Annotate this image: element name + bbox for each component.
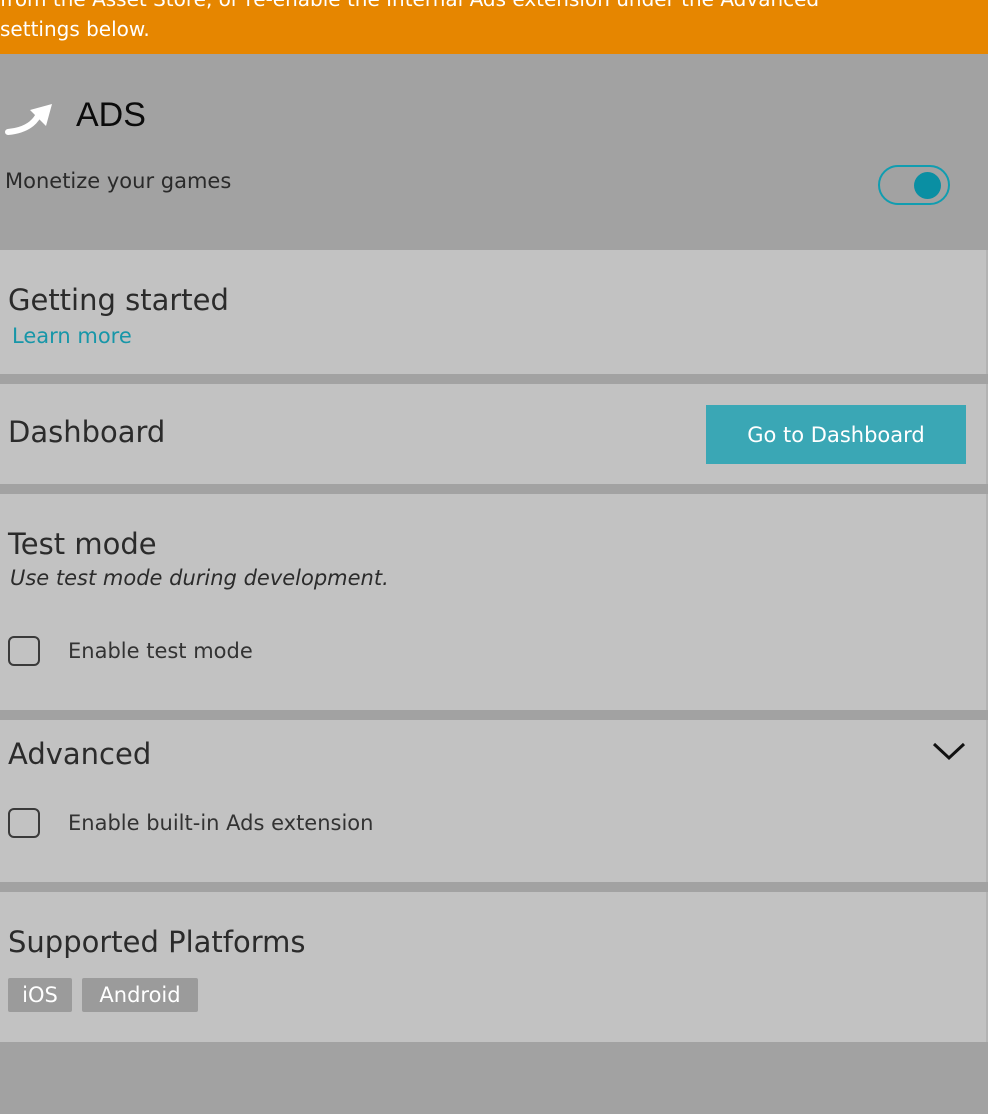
section-title-dashboard: Dashboard xyxy=(8,415,166,449)
banner-text-line-2: settings below. xyxy=(0,17,150,41)
page-title: ADS xyxy=(76,96,146,134)
getting-started-section: Getting started Learn more xyxy=(0,250,988,374)
advanced-section: Advanced Enable built-in Ads extension xyxy=(0,720,988,882)
go-to-dashboard-button[interactable]: Go to Dashboard xyxy=(706,405,966,464)
enable-test-mode-checkbox[interactable] xyxy=(8,636,40,666)
test-mode-section: Test mode Use test mode during developme… xyxy=(0,494,988,710)
section-title-supported-platforms: Supported Platforms xyxy=(8,925,306,959)
enable-builtin-ads-label[interactable]: Enable built-in Ads extension xyxy=(68,809,373,837)
page-subtitle: Monetize your games xyxy=(5,169,232,193)
chevron-down-icon[interactable] xyxy=(932,740,966,762)
ads-header: ADS Monetize your games xyxy=(0,54,988,249)
section-title-advanced: Advanced xyxy=(8,737,152,771)
section-title-test-mode: Test mode xyxy=(8,527,157,561)
ads-arrow-icon xyxy=(5,104,52,135)
banner-text-line-1: from the Asset Store, or re-enable the I… xyxy=(0,0,819,14)
dashboard-section: Dashboard Go to Dashboard xyxy=(0,384,988,484)
enable-builtin-ads-checkbox[interactable] xyxy=(8,808,40,838)
warning-banner: from the Asset Store, or re-enable the I… xyxy=(0,0,988,54)
learn-more-link[interactable]: Learn more xyxy=(12,322,132,350)
enable-test-mode-label[interactable]: Enable test mode xyxy=(68,637,253,665)
platform-tag-android: Android xyxy=(82,978,198,1012)
platform-tag-ios: iOS xyxy=(8,978,72,1012)
supported-platforms-section: Supported Platforms iOS Android xyxy=(0,892,988,1042)
ads-enabled-toggle[interactable] xyxy=(878,165,950,205)
test-mode-description: Use test mode during development. xyxy=(10,566,389,590)
toggle-knob xyxy=(914,172,941,199)
section-title-getting-started: Getting started xyxy=(8,283,229,317)
